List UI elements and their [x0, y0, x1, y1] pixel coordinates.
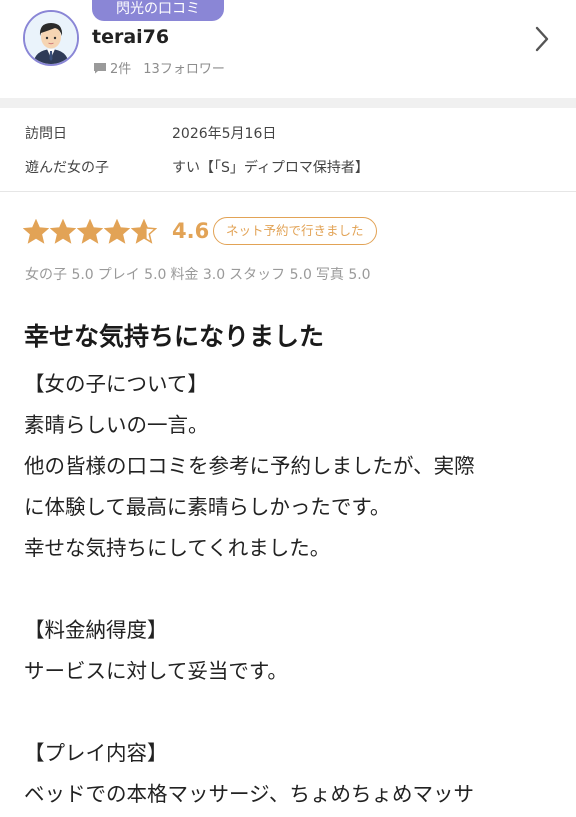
review-line: 素晴らしいの一言。 [24, 413, 209, 437]
star-icon [23, 219, 49, 244]
sub-score: 女の子 5.0 [25, 267, 94, 283]
rating-score: 4.6 [172, 219, 210, 243]
review-line: 【プレイ内容】 [24, 741, 168, 765]
review-line: 【料金納得度】 [24, 618, 168, 642]
category-badge: 閃光の口コミ [92, 0, 224, 21]
review-count: 2件 [110, 62, 132, 77]
user-avatar-icon [25, 12, 77, 64]
section-divider [0, 98, 576, 108]
comment-icon [94, 62, 106, 73]
review-body: 【女の子について】 素晴らしいの一言。他の皆様の口コミを参考に予約しましたが、実際… [24, 366, 564, 817]
sub-score: スタッフ 5.0 [229, 267, 312, 283]
star-rating [23, 219, 158, 245]
star-icon [131, 219, 157, 244]
sub-score: プレイ 5.0 [97, 267, 167, 283]
girl-label: 遊んだ女の子 [25, 160, 109, 176]
booking-badge: ネット予約で行きました [213, 217, 377, 245]
username[interactable]: terai76 [92, 26, 169, 48]
visit-date-label: 訪問日 [25, 126, 67, 142]
review-line: 幸せな気持ちにしてくれました。 [24, 536, 331, 560]
avatar[interactable] [23, 10, 79, 66]
sub-score: 料金 3.0 [170, 267, 226, 283]
review-line: サービスに対して妥当です。 [24, 659, 288, 683]
review-line: 【女の子について】 [24, 372, 208, 396]
sub-score: 写真 5.0 [315, 267, 371, 283]
follower-count: 13フォロワー [143, 62, 225, 77]
star-icon [77, 219, 103, 244]
visit-date-value: 2026年5月16日 [172, 126, 277, 142]
review-line: ベッドでの本格マッサージ、ちょめちょめマッサ [24, 782, 474, 806]
review-line [24, 571, 564, 612]
sub-scores: 女の子 5.0 プレイ 5.0 料金 3.0 スタッフ 5.0 写真 5.0 [25, 264, 375, 284]
reviewer-header: 閃光の口コミ terai76 2件 13フォロワー [0, 0, 576, 98]
review-line: 他の皆様の口コミを参考に予約しましたが、実際 [24, 454, 475, 478]
review-line [24, 694, 564, 735]
review-title: 幸せな気持ちになりました [24, 322, 325, 351]
star-icon [104, 219, 130, 244]
girl-value[interactable]: すい【「S」ディプロマ保持者】 [172, 157, 369, 177]
review-line: に体験して最高に素晴らしかったです。 [24, 495, 391, 519]
chevron-right-icon[interactable] [531, 24, 553, 54]
star-icon [50, 219, 76, 244]
divider [0, 191, 576, 192]
reviewer-meta: 2件 13フォロワー [93, 58, 225, 77]
